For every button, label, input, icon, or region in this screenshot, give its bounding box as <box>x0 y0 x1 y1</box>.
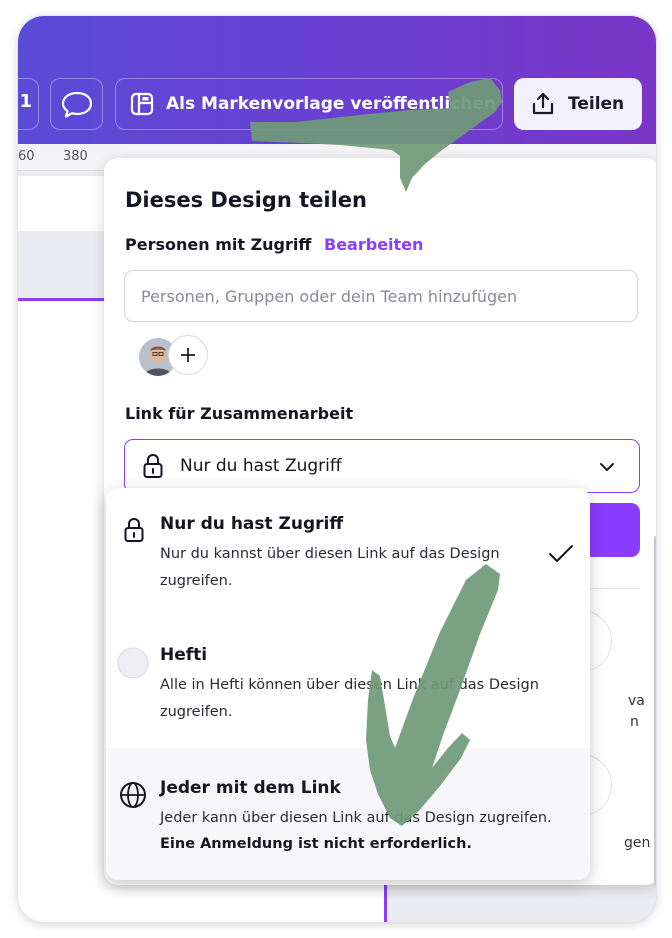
share-upload-icon <box>532 92 554 115</box>
publish-brand-template-label: Als Markenvorlage veröffentlichen <box>166 94 497 114</box>
option-description: Nur du kannst über diesen Link auf das D… <box>160 546 500 589</box>
option-description: Alle in Hefti können über diesen Link au… <box>160 677 539 720</box>
team-logo-icon <box>117 647 149 679</box>
access-options-dropdown: Nur du hast Zugriff Nur du kannst über d… <box>106 488 590 880</box>
collab-link-label: Link für Zusammenarbeit <box>125 404 354 423</box>
access-option-team[interactable]: Hefti Alle in Hefti können über diesen L… <box>106 616 590 748</box>
access-option-anyone-with-link[interactable]: Jeder mit dem Link Jeder kann über diese… <box>106 748 590 880</box>
top-toolbar: 1 Als Markenvorlage veröffentlichen Teil… <box>18 16 656 144</box>
lock-icon <box>124 517 144 542</box>
share-button-label: Teilen <box>568 94 625 114</box>
option-description: Jeder kann über diesen Link auf das Desi… <box>160 810 552 826</box>
share-button[interactable]: Teilen <box>514 78 642 130</box>
comment-button[interactable] <box>50 78 103 130</box>
ruler-tick-label: 60 <box>18 149 35 164</box>
share-panel-title: Dieses Design teilen <box>125 188 367 212</box>
background-text-fragment: gen <box>624 835 651 851</box>
publish-brand-template-button[interactable]: Als Markenvorlage veröffentlichen <box>115 78 503 130</box>
selected-access-text: Nur du hast Zugriff <box>180 456 342 476</box>
checkmark-icon <box>549 545 573 562</box>
edit-access-link[interactable]: Bearbeiten <box>324 235 423 254</box>
canvas-strip <box>18 176 118 231</box>
access-option-only-you[interactable]: Nur du hast Zugriff Nur du kannst über d… <box>106 488 590 616</box>
chevron-down-icon <box>600 463 614 471</box>
option-title: Jeder mit dem Link <box>160 778 341 798</box>
globe-icon <box>120 782 146 808</box>
partial-button-label: 1 <box>19 91 32 112</box>
people-access-label: Personen mit Zugriff <box>125 235 312 254</box>
option-title: Nur du hast Zugriff <box>160 514 344 534</box>
background-text-fragment: va <box>628 693 645 709</box>
plus-icon <box>181 348 195 362</box>
lock-icon <box>143 453 163 478</box>
background-text-fragment: n <box>630 714 639 730</box>
comment-icon <box>61 91 93 118</box>
template-icon <box>130 92 154 116</box>
partial-toolbar-button[interactable]: 1 <box>18 78 39 130</box>
add-person-button[interactable] <box>168 335 208 375</box>
link-access-select[interactable]: Nur du hast Zugriff <box>124 439 640 493</box>
add-people-input[interactable] <box>124 270 638 322</box>
option-title: Hefti <box>160 645 208 665</box>
option-note: Eine Anmeldung ist nicht erforderlich. <box>160 836 472 852</box>
panel-scrollbar[interactable] <box>654 536 656 886</box>
ruler-tick-label: 380 <box>63 149 88 164</box>
